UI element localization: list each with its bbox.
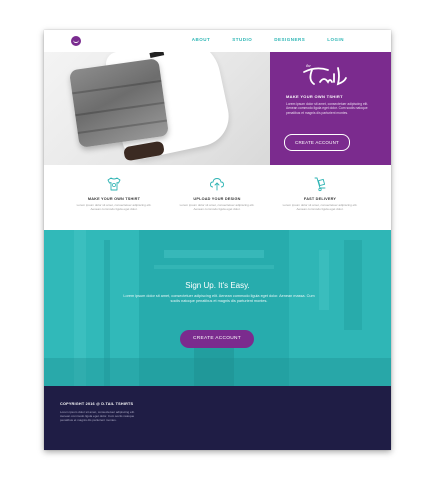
- footer-copyright: COPYRIGHT 2016 @ D.TAIL TSHIRTS: [60, 402, 134, 406]
- nav-link-login[interactable]: LOGIN: [327, 37, 344, 42]
- logo-icon[interactable]: [71, 36, 81, 46]
- svg-text:the: the: [306, 63, 311, 68]
- signup-section: Sign Up. It's Easy. Lorem ipsum dolor si…: [44, 230, 391, 386]
- jeans-fold-line: [72, 79, 162, 95]
- nav-link-designers[interactable]: DESIGNERS: [274, 37, 305, 42]
- nav-links: ABOUT STUDIO DESIGNERS LOGIN: [192, 37, 344, 42]
- store-background-image: [44, 230, 391, 386]
- tshirt-icon: [107, 177, 121, 191]
- feature-title: UPLOAD YOUR DESIGN: [193, 197, 241, 201]
- signup-text: Lorem ipsum dolor sit amet, consectetuer…: [123, 294, 315, 303]
- feature-text: Lorem ipsum dolor sit amet, consectetuer…: [76, 203, 152, 211]
- jeans-fold-line: [77, 119, 168, 135]
- hero-photo-clothes: [44, 52, 270, 165]
- hero-cta-panel: the MAKE YOUR OWN TSHIRT Lorem ipsum dol…: [270, 52, 391, 165]
- jeans-fold-line: [75, 101, 165, 117]
- nav-link-studio[interactable]: STUDIO: [232, 37, 252, 42]
- tshirt-tag: [149, 52, 165, 58]
- website-mockup: ABOUT STUDIO DESIGNERS LOGIN the MAKE YO…: [44, 30, 391, 450]
- feature-fast-delivery: FAST DELIVERY Lorem ipsum dolor sit amet…: [270, 165, 370, 212]
- upload-cloud-icon: [210, 178, 224, 191]
- hero-section: the MAKE YOUR OWN TSHIRT Lorem ipsum dol…: [44, 52, 391, 165]
- feature-title: FAST DELIVERY: [303, 197, 337, 201]
- panel-title: MAKE YOUR OWN TSHIRT: [286, 94, 343, 99]
- feature-title: MAKE YOUR OWN TSHIRT: [87, 197, 141, 201]
- create-account-button[interactable]: CREATE ACCOUNT: [180, 330, 254, 348]
- feature-upload-design: UPLOAD YOUR DESIGN Lorem ipsum dolor sit…: [167, 165, 267, 212]
- nav-link-about[interactable]: ABOUT: [192, 37, 211, 42]
- footer: COPYRIGHT 2016 @ D.TAIL TSHIRTS Lorem ip…: [44, 386, 391, 450]
- folded-jeans-image: [69, 58, 169, 148]
- feature-text: Lorem ipsum dolor sit amet, consectetuer…: [179, 203, 255, 211]
- feature-text: Lorem ipsum dolor sit amet, consectetuer…: [282, 203, 358, 211]
- feature-make-tshirt: MAKE YOUR OWN TSHIRT Lorem ipsum dolor s…: [64, 165, 164, 212]
- create-account-button[interactable]: CREATE ACCOUNT: [284, 134, 350, 151]
- panel-text: Lorem ipsum dolor sit amet, consectetuer…: [286, 102, 369, 115]
- top-nav: ABOUT STUDIO DESIGNERS LOGIN: [44, 30, 391, 52]
- features-section: MAKE YOUR OWN TSHIRT Lorem ipsum dolor s…: [44, 165, 391, 230]
- footer-text: Lorem ipsum dolor sit amet, consectetuer…: [60, 410, 135, 422]
- brand-logo: the: [303, 63, 347, 86]
- signup-heading: Sign Up. It's Easy.: [185, 281, 250, 290]
- delivery-icon: [314, 177, 326, 192]
